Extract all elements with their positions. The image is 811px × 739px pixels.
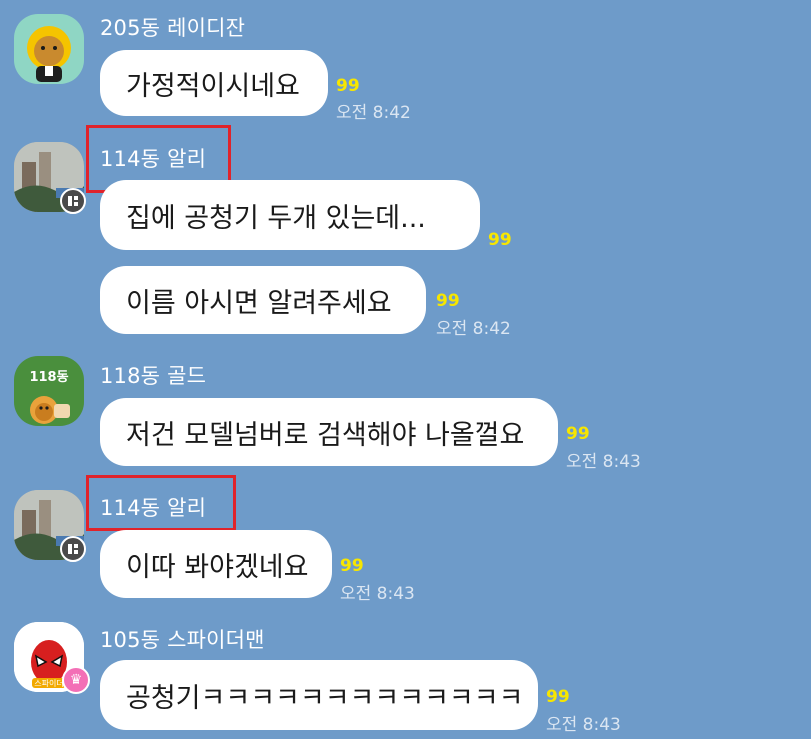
kakao-ryan-character-icon: 118동: [29, 370, 70, 424]
crown-icon: ♛: [62, 666, 90, 694]
unread-count: 99: [566, 424, 590, 444]
message-bubble[interactable]: 공청기ㅋㅋㅋㅋㅋㅋㅋㅋㅋㅋㅋㅋㅋ: [100, 660, 538, 730]
message-bubble[interactable]: 이따 봐야겠네요: [100, 530, 332, 598]
grid-badge-icon: [60, 536, 86, 562]
kakao-ryan-character-icon: [27, 26, 71, 82]
message-bubble[interactable]: 이름 아시면 알려주세요: [100, 266, 426, 334]
message-time: 오전 8:43: [340, 584, 415, 604]
avatar-205-lady-jan[interactable]: [14, 14, 84, 84]
message-bubble[interactable]: 가정적이시네요: [100, 50, 328, 116]
message-time: 오전 8:43: [546, 715, 621, 735]
sender-name: 114동 알리: [100, 496, 207, 520]
message-bubble[interactable]: 저건 모델넘버로 검색해야 나올껄요: [100, 398, 558, 466]
svg-text:118동: 118동: [29, 370, 68, 385]
message-time: 오전 8:42: [436, 319, 511, 339]
sender-name: 105동 스파이더맨: [100, 628, 265, 652]
svg-text:스파이더: 스파이더: [34, 678, 63, 688]
unread-count: 99: [336, 76, 360, 96]
unread-count: 99: [488, 230, 512, 250]
unread-count: 99: [546, 687, 570, 707]
unread-count: 99: [340, 556, 364, 576]
message-bubble[interactable]: 집에 공청기 두개 있는데...: [100, 180, 480, 250]
sender-name: 118동 골드: [100, 364, 207, 388]
unread-count: 99: [436, 291, 460, 311]
message-time: 오전 8:43: [566, 452, 641, 472]
sender-name: 114동 알리: [100, 147, 207, 171]
avatar-118-gold[interactable]: 118동: [14, 356, 84, 426]
message-time: 오전 8:42: [336, 103, 411, 123]
sender-name: 205동 레이디잔: [100, 16, 246, 40]
grid-badge-icon: [60, 188, 86, 214]
